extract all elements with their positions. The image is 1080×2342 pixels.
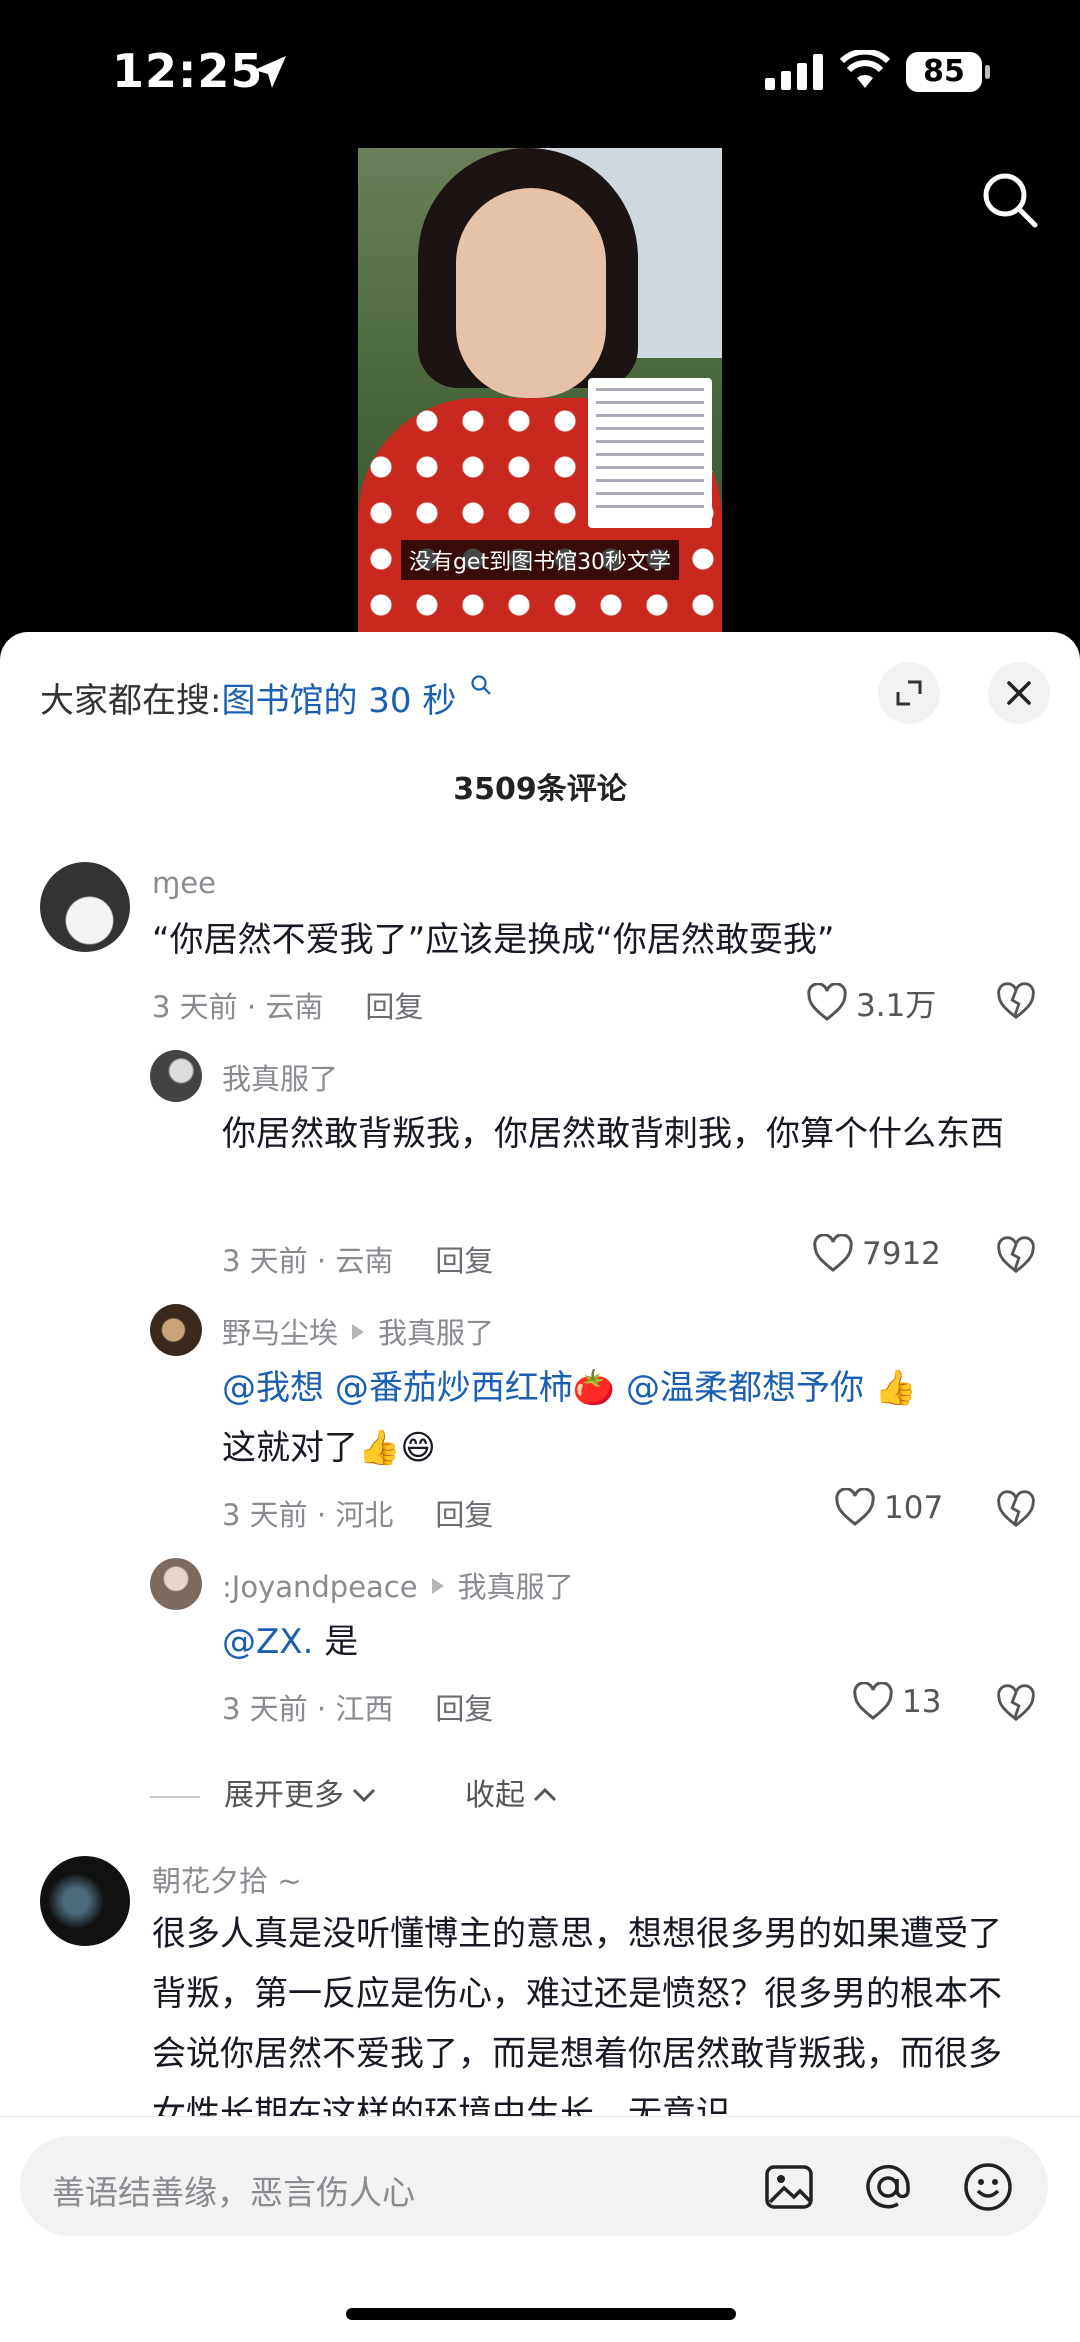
reply-to-arrow-icon <box>431 1578 444 1594</box>
image-icon[interactable] <box>764 2164 814 2210</box>
close-icon <box>1007 681 1031 705</box>
emoji-group: 👍😄 <box>358 1428 436 1468</box>
hot-search-label: 大家都在搜: <box>40 681 222 721</box>
comment-text: “你居然不爱我了”应该是换成“你居然敢耍我” <box>152 920 835 960</box>
location-arrow-icon <box>254 56 286 88</box>
expand-icon <box>896 680 922 706</box>
reply-meta: 3 天前 · 河北 回复 <box>222 1492 493 1534</box>
like-count: 3.1万 <box>856 988 937 1024</box>
comment-meta: 3 天前 · 云南 回复 <box>152 984 423 1026</box>
screenshot-card <box>588 378 712 528</box>
reply-author[interactable]: 我真服了 <box>222 1056 338 1098</box>
video-caption: 没有get到图书馆30秒文学 <box>358 540 722 580</box>
mention[interactable]: @我想 <box>222 1368 324 1408</box>
mention[interactable]: @番茄炒西红柿 <box>335 1368 573 1408</box>
expand-button[interactable] <box>878 662 940 724</box>
heart-icon <box>835 1488 875 1526</box>
comment-time: 3 天前 · 云南 <box>152 990 324 1024</box>
expand-more-button[interactable]: 展开更多 <box>150 1770 378 1814</box>
reply-meta: 3 天前 · 江西 回复 <box>222 1686 493 1728</box>
reply-text: 你居然敢背叛我，你居然敢背刺我，你算个什么东西 <box>222 1114 1004 1154</box>
like-count: 13 <box>902 1684 942 1720</box>
comment-author[interactable]: ɱee <box>152 866 216 900</box>
broken-heart-icon[interactable] <box>996 982 1036 1022</box>
avatar[interactable] <box>40 1856 130 1946</box>
heart-icon <box>853 1682 893 1720</box>
comment-author[interactable]: 朝花夕拾 ~ <box>152 1858 302 1900</box>
status-bar: 12:25 85 <box>0 0 1080 140</box>
reply-button[interactable]: 回复 <box>435 1692 493 1726</box>
reply-to-arrow-icon <box>352 1324 365 1340</box>
like-button[interactable]: 3.1万 <box>806 980 936 1025</box>
search-icon[interactable] <box>980 170 1040 230</box>
reply-time: 3 天前 · 云南 <box>222 1244 394 1278</box>
reply-button[interactable]: 回复 <box>435 1244 493 1278</box>
like-count: 7912 <box>862 1236 941 1272</box>
status-time: 12:25 <box>112 44 264 98</box>
reply-meta: 3 天前 · 云南 回复 <box>222 1238 493 1280</box>
broken-heart-icon[interactable] <box>996 1684 1036 1724</box>
avatar[interactable] <box>40 862 130 952</box>
reply-author[interactable]: 野马尘埃 我真服了 <box>222 1310 494 1352</box>
reply-time: 3 天前 · 江西 <box>222 1692 394 1726</box>
heart-icon <box>813 1234 853 1272</box>
chevron-up-icon <box>533 1787 557 1802</box>
broken-heart-icon[interactable] <box>996 1236 1036 1276</box>
comment-input-placeholder[interactable]: 善语结善缘，恶言伤人心 <box>52 2166 415 2214</box>
reply-text: @我想 @番茄炒西红柿🍅 @温柔都想予你 👍 这就对了👍😄 <box>222 1358 1042 1478</box>
like-button[interactable]: 107 <box>834 1488 943 1528</box>
reply-body: 这就对了 <box>222 1428 358 1468</box>
emoji-icon[interactable] <box>962 2161 1014 2213</box>
hot-search[interactable]: 大家都在搜:图书馆的 30 秒 <box>40 673 493 722</box>
home-indicator[interactable] <box>346 2308 736 2320</box>
mention[interactable]: @ZX. <box>222 1622 313 1662</box>
heart-icon <box>807 982 847 1021</box>
avatar[interactable] <box>150 1304 202 1356</box>
comment-count: 3509条评论 <box>453 772 627 807</box>
cellular-signal-icon <box>765 54 823 90</box>
like-count: 107 <box>884 1490 944 1526</box>
person-face <box>456 188 606 398</box>
reply-button[interactable]: 回复 <box>365 990 423 1024</box>
reply-text: @ZX. 是 <box>222 1612 1042 1672</box>
chevron-down-icon <box>352 1788 376 1803</box>
tomato-emoji: 🍅 <box>572 1368 616 1408</box>
divider-line <box>150 1795 200 1798</box>
like-button[interactable]: 7912 <box>812 1234 941 1274</box>
reply-body: 是 <box>313 1622 359 1662</box>
battery-indicator: 85 <box>906 52 990 92</box>
thumbs-up-emoji: 👍 <box>874 1368 918 1408</box>
video-thumbnail[interactable]: 没有get到图书馆30秒文学 <box>358 148 722 660</box>
reply-author[interactable]: :Joyandpeace 我真服了 <box>222 1564 574 1606</box>
avatar[interactable] <box>150 1050 202 1102</box>
reply-button[interactable]: 回复 <box>435 1498 493 1532</box>
collapse-button[interactable]: 收起 <box>465 1770 559 1814</box>
search-small-icon <box>471 675 491 695</box>
at-mention-icon[interactable] <box>862 2161 914 2213</box>
reply-time: 3 天前 · 河北 <box>222 1498 394 1532</box>
avatar[interactable] <box>150 1558 202 1610</box>
like-button[interactable]: 13 <box>852 1682 941 1722</box>
mention[interactable]: @温柔都想予你 <box>626 1368 864 1408</box>
comment-text: 很多人真是没听懂博主的意思，想想很多男的如果遭受了背叛，第一反应是伤心，难过还是… <box>152 1914 1002 2116</box>
close-button[interactable] <box>988 662 1050 724</box>
hot-search-keyword[interactable]: 图书馆的 30 秒 <box>221 681 456 721</box>
broken-heart-icon[interactable] <box>996 1490 1036 1530</box>
wifi-icon <box>840 50 890 88</box>
